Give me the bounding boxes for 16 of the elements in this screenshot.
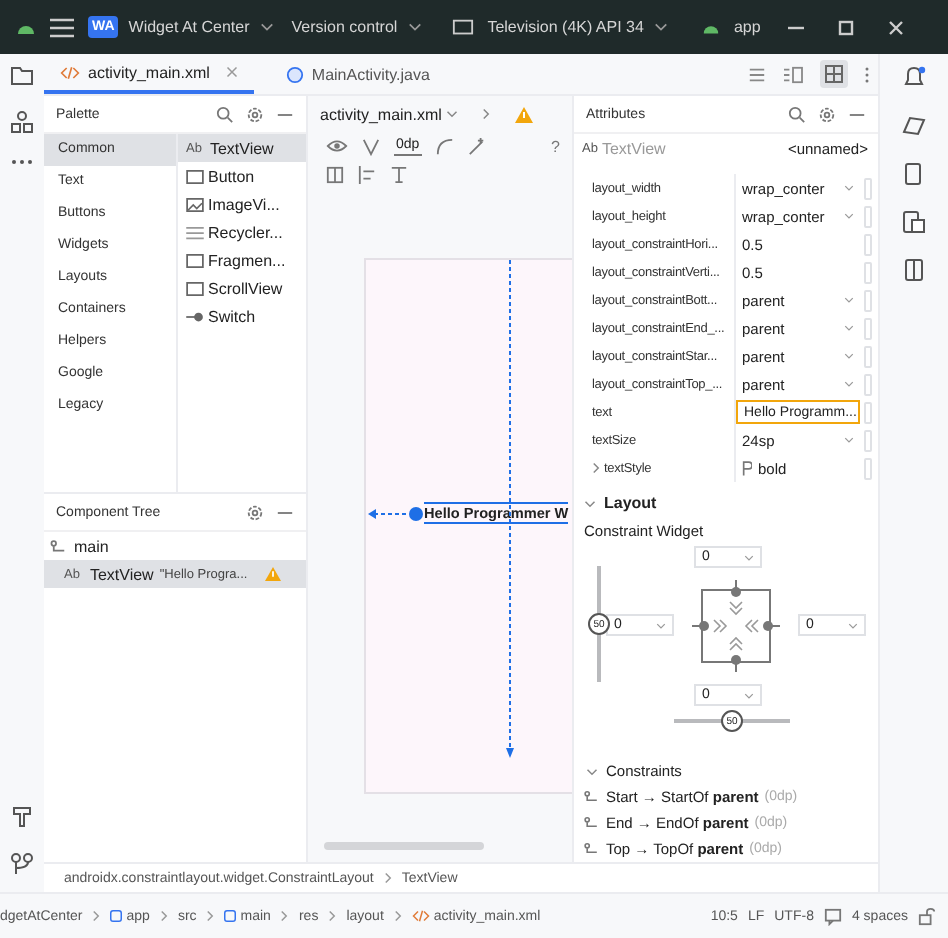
tree-item[interactable]: main [44,532,306,560]
project-menu[interactable]: Widget At Center [128,18,250,36]
palette-widget[interactable]: Button [178,162,306,190]
palette-widget[interactable]: Fragmen... [178,246,306,274]
palette-widget[interactable]: Switch [178,302,306,330]
section-header[interactable]: Layout [574,482,878,516]
run-config-menu[interactable]: app [733,18,761,36]
palette-widget[interactable]: Recycler... [178,218,306,246]
palette-widget[interactable]: ImageVi... [178,190,306,218]
component-type: TextView [601,139,666,157]
palette-widget[interactable]: ScrollView [178,274,306,302]
device-menu[interactable]: Television (4K) API 34 [487,18,644,36]
editor-tab[interactable]: MainActivity.java [269,54,446,94]
vcs-menu[interactable]: Version control [291,18,398,36]
help-button[interactable]: ? [551,137,560,155]
layout-file-dropdown[interactable]: activity_main.xml [320,105,458,123]
